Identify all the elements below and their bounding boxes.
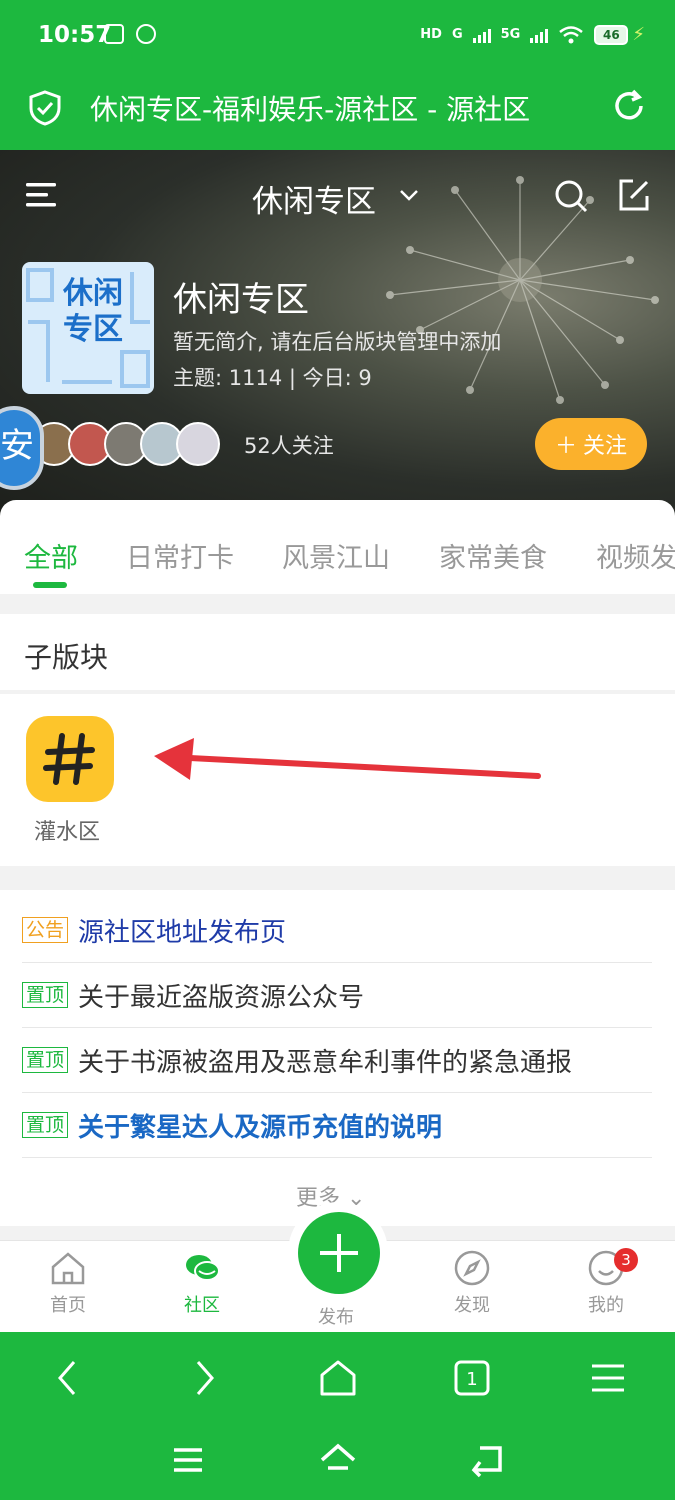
shield-check-icon[interactable] <box>28 90 62 126</box>
active-tab-indicator <box>33 582 67 588</box>
back-icon[interactable] <box>48 1358 88 1398</box>
subforum-name[interactable]: 灌水区 <box>34 814 100 846</box>
chevron-down-icon[interactable] <box>398 186 420 204</box>
notice-item[interactable]: 置顶 关于最近盗版资源公众号 <box>22 963 652 1028</box>
menu-icon[interactable] <box>24 180 60 210</box>
avatar[interactable] <box>176 422 220 466</box>
tab-discover[interactable]: 发现 <box>432 1249 512 1317</box>
subforum-item[interactable] <box>26 716 114 802</box>
svg-text:1: 1 <box>466 1369 477 1390</box>
tab-community[interactable]: 社区 <box>162 1249 242 1317</box>
follow-button[interactable]: ＋ 关注 <box>535 418 647 470</box>
post-button-circle <box>298 1212 380 1294</box>
signal-icon <box>472 27 491 43</box>
notification-badge: 3 <box>614 1248 638 1272</box>
subforum-heading: 子版块 <box>24 641 109 674</box>
compass-icon <box>454 1250 490 1286</box>
forum-description: 暂无简介, 请在后台版块管理中添加 <box>173 330 502 354</box>
tab-video[interactable]: 视频发 <box>596 536 675 575</box>
notice-item[interactable]: 公告 源社区地址发布页 <box>22 898 652 963</box>
hashtag-icon <box>43 733 95 785</box>
tab-home-label: 首页 <box>50 1295 86 1316</box>
network-label-2: 5G <box>500 27 521 42</box>
tab-community-label: 社区 <box>184 1295 220 1316</box>
follower-avatars[interactable] <box>32 422 220 466</box>
notice-list: 公告 源社区地址发布页 置顶 关于最近盗版资源公众号 置顶 关于书源被盗用及恶意… <box>0 890 675 1226</box>
status-bar: 10:57 HD G 5G 46 ⚡ <box>0 0 675 72</box>
tab-scenery[interactable]: 风景江山 <box>282 536 390 575</box>
notice-title[interactable]: 源社区地址发布页 <box>78 912 286 949</box>
subforum-header: 子版块 <box>0 614 675 690</box>
home-icon <box>51 1252 85 1285</box>
pinned-tag: 置顶 <box>22 1112 69 1138</box>
tab-home[interactable]: 首页 <box>28 1249 108 1317</box>
tabs-count-icon[interactable]: 1 <box>452 1358 492 1398</box>
tab-mine-label: 我的 <box>588 1295 624 1316</box>
plus-icon: ＋ <box>554 434 577 459</box>
charging-icon: ⚡ <box>632 24 645 45</box>
system-back-icon[interactable] <box>468 1440 508 1480</box>
follow-button-label: 关注 <box>583 434 628 459</box>
notice-title[interactable]: 关于繁星达人及源币充值的说明 <box>78 1107 442 1144</box>
post-button-label: 发布 <box>318 1307 354 1328</box>
refresh-icon[interactable] <box>611 88 647 124</box>
status-right: HD G 5G 46 ⚡ <box>420 24 645 45</box>
pinned-tag: 置顶 <box>22 982 69 1008</box>
notice-title[interactable]: 关于最近盗版资源公众号 <box>78 977 364 1014</box>
followers-count[interactable]: 52人关注 <box>244 430 334 460</box>
category-tabs: 全部 日常打卡 风景江山 家常美食 视频发 <box>0 500 675 594</box>
forum-logo: 休闲专区 <box>22 262 154 394</box>
edit-icon[interactable] <box>617 178 651 212</box>
search-icon[interactable] <box>553 178 589 214</box>
browser-address-bar: 休闲专区-福利娱乐-源社区 - 源社区 <box>0 72 675 150</box>
post-button[interactable] <box>288 1202 388 1302</box>
browser-navigation-bar: 1 <box>0 1332 675 1500</box>
notice-title[interactable]: 关于书源被盗用及恶意牟利事件的紧急通报 <box>78 1042 572 1079</box>
tab-home-cooking[interactable]: 家常美食 <box>439 536 547 575</box>
tab-all[interactable]: 全部 <box>24 536 78 575</box>
announcement-tag: 公告 <box>22 917 69 943</box>
browser-menu-icon[interactable] <box>588 1358 628 1398</box>
wifi-icon <box>559 25 584 43</box>
hd-label: HD <box>420 27 442 42</box>
forum-header-banner: 休闲专区 休闲专区 休闲专区 暂无简介, 请在后台版块管理中添加 主题: 111… <box>0 150 675 520</box>
forum-logo-text: 休闲专区 <box>63 276 123 347</box>
section-title[interactable]: 休闲专区 <box>252 176 376 221</box>
forward-icon[interactable] <box>184 1358 224 1398</box>
system-home-icon[interactable] <box>318 1440 358 1480</box>
pinned-tag: 置顶 <box>22 1047 69 1073</box>
chat-bubbles-icon <box>186 1255 220 1281</box>
floating-assistant-bubble[interactable]: 安 <box>0 406 44 490</box>
battery-icon: 46 <box>594 24 629 45</box>
android-notification-icon <box>104 24 124 44</box>
notice-item[interactable]: 置顶 关于书源被盗用及恶意牟利事件的紧急通报 <box>22 1028 652 1093</box>
recent-apps-icon[interactable] <box>168 1440 208 1480</box>
page-title[interactable]: 休闲专区-福利娱乐-源社区 - 源社区 <box>90 88 530 128</box>
tab-discover-label: 发现 <box>454 1295 490 1316</box>
plus-icon <box>320 1234 358 1272</box>
annotation-arrow <box>154 738 541 780</box>
forum-name: 休闲专区 <box>173 280 309 320</box>
status-left-icons <box>104 24 156 44</box>
home-icon[interactable] <box>318 1358 358 1398</box>
network-label-1: G <box>451 27 463 42</box>
tab-daily-checkin[interactable]: 日常打卡 <box>126 536 234 575</box>
app-notification-icon <box>136 24 156 44</box>
status-time: 10:57 <box>38 22 112 48</box>
signal-5g-icon <box>530 27 549 43</box>
notice-item[interactable]: 置顶 关于繁星达人及源币充值的说明 <box>22 1093 652 1158</box>
forum-stats: 主题: 1114 | 今日: 9 <box>173 366 372 390</box>
